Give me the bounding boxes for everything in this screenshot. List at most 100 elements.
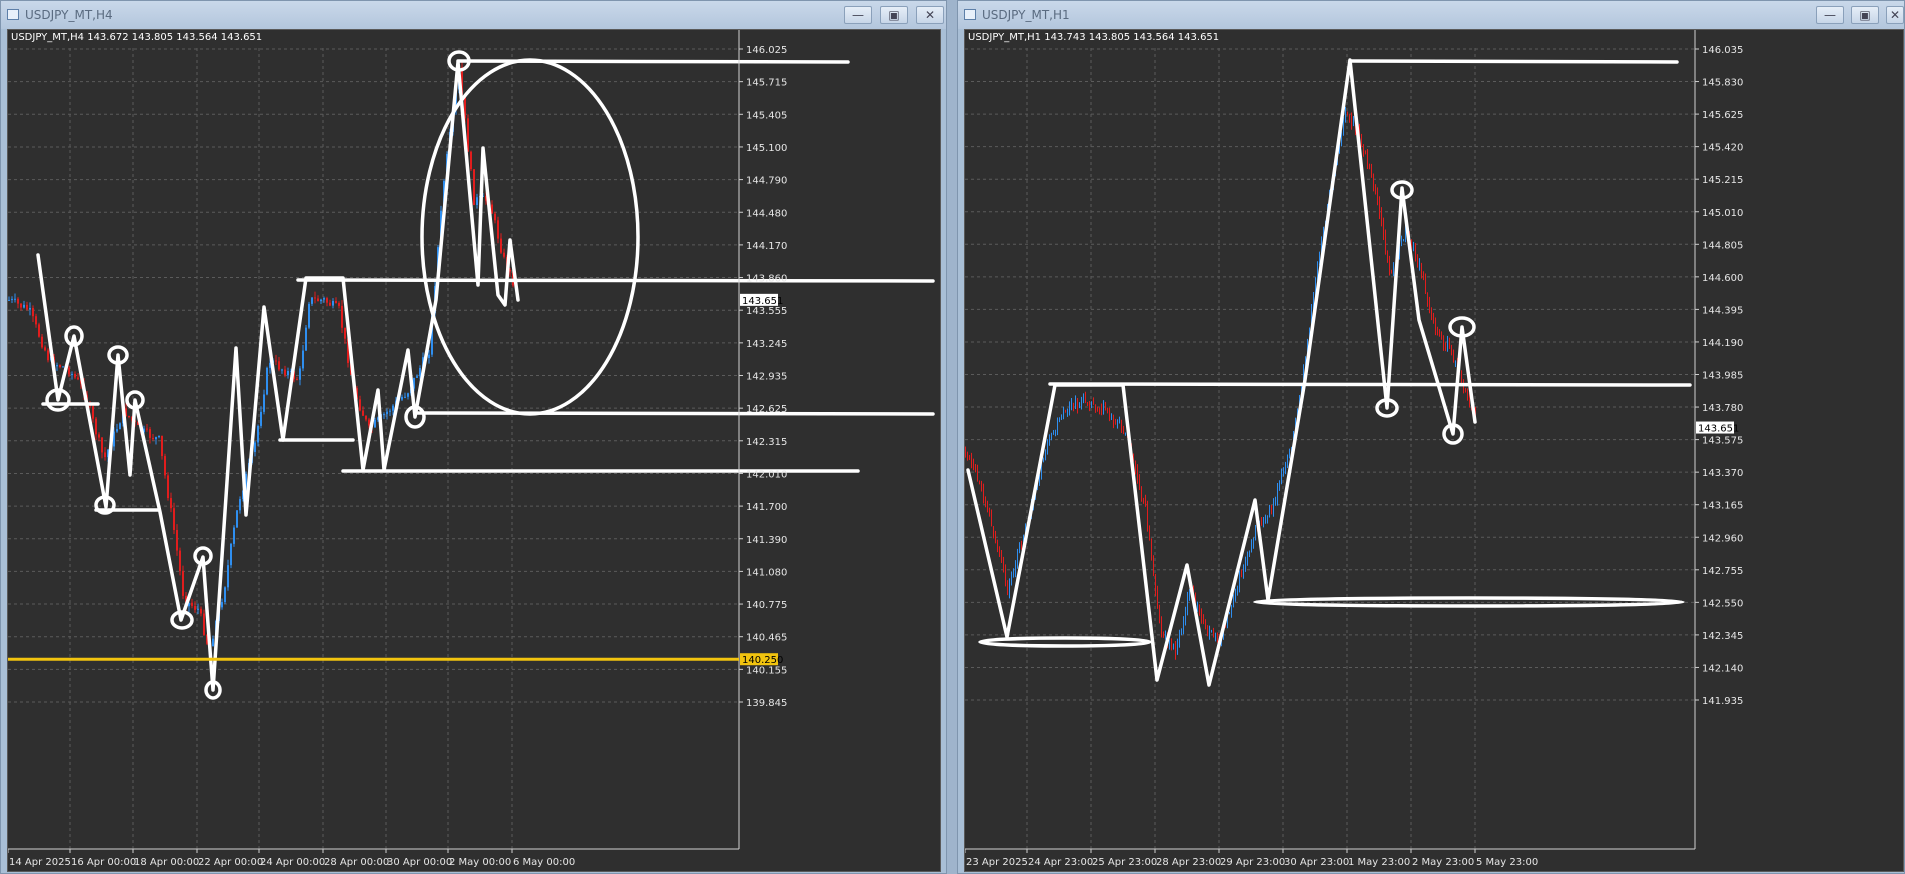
h1-title-bar[interactable]: USDJPY_MT,H1 — ▣ ✕ [958,1,1904,29]
candle-body [1203,618,1204,624]
time-axis-label: 28 Apr 00:00 [324,857,389,868]
candle-body [503,252,505,257]
candle-body [1253,538,1254,545]
h4-chart-area[interactable]: 146.025 145.715 145.405 145.100 144.790 144.4… [7,29,941,872]
candle-body [146,428,148,430]
candle-body [149,429,151,438]
h4-chart-window[interactable]: USDJPY_MT,H4 — ▣ ✕ 146.025 145.715 145.4… [0,0,947,874]
time-axis-label: 2 May 23:00 [1412,857,1474,868]
candle-body [1283,470,1284,475]
candle-body [1205,623,1206,630]
horizontal-line [296,278,935,283]
candle-body [44,347,46,351]
h4-price-chart[interactable]: 146.025 145.715 145.405 145.100 144.790 144.4… [8,30,940,871]
candle-body [1147,506,1148,531]
candle-body [311,297,313,304]
price-axis-label: 142.345 [1702,631,1743,642]
maximize-button[interactable]: ▣ [880,6,908,24]
candle-body [416,376,418,378]
candle-body [392,405,394,411]
time-axis-label: 24 Apr 23:00 [1028,857,1093,868]
candle-body [1445,345,1446,347]
candle-body [212,638,214,647]
h1-chart-window[interactable]: USDJPY_MT,H1 — ▣ ✕ 146.035 145.830 145.625… [957,0,1905,874]
candle-body [1181,628,1182,631]
candle-body [1021,546,1022,548]
candle-body [1237,587,1238,594]
candle-body [1239,573,1240,588]
horizontal-line [1048,382,1692,387]
candle-body [1265,517,1266,519]
candle-body [101,437,103,453]
candle-body [71,373,73,375]
minimize-button[interactable]: — [1816,6,1844,24]
candle-body [1269,510,1270,518]
h4-title-bar[interactable]: USDJPY_MT,H4 — ▣ ✕ [1,1,946,29]
close-button[interactable]: ✕ [1886,6,1904,24]
candle-body [1179,630,1180,645]
candle-body [1455,361,1456,363]
candle-body [987,504,988,510]
candle-body [236,510,238,528]
price-axis-label: 143.555 [746,306,787,317]
candle-body [1431,307,1432,316]
candle-body [1383,223,1384,236]
candle-body [332,301,334,306]
candle-body [1345,112,1346,123]
candle-body [1401,241,1402,246]
candle-body [1043,458,1044,462]
candle-body [1105,405,1106,411]
candle-body [1169,639,1170,644]
candle-body [47,350,49,361]
candle-body [38,324,40,337]
candle-body [1171,639,1172,646]
price-axis-label: 143.370 [1702,468,1743,479]
candle-body [1369,164,1370,167]
candle-body [1137,470,1138,479]
candle-body [1143,498,1144,500]
candle-body [1281,474,1282,482]
candle-body [35,316,37,325]
candle-body [1199,604,1200,611]
candle-body [1087,402,1088,406]
price-axis-label: 144.600 [1702,273,1743,284]
candle-body [11,298,13,300]
candle-body [985,498,986,505]
candle-body [275,360,277,362]
candle-body [158,435,160,438]
candle-body [176,529,178,551]
range-ellipse [978,636,1152,648]
close-button[interactable]: ✕ [916,6,944,24]
candle-body [302,350,304,369]
highlight-ellipse [420,58,640,416]
candle-body [401,396,403,400]
current-price-label: 143.651 [1698,424,1739,435]
candle-body [1135,461,1136,471]
candle-body [1377,190,1378,201]
candle-body [1063,409,1064,418]
time-axis-label: 2 May 00:00 [449,857,511,868]
h1-price-chart[interactable]: 146.035 145.830 145.625 145.420 145.215 145.0… [965,30,1903,871]
candle-body [1415,247,1416,256]
candle-body [1233,598,1234,606]
candle-body [1353,121,1354,125]
candle-body [1065,409,1066,413]
candle-body [1149,530,1150,540]
price-axis-label: 146.025 [746,45,787,56]
candle-body [8,299,10,301]
candle-body [1393,267,1394,274]
minimize-button[interactable]: — [844,6,872,24]
candle-body [1271,510,1272,512]
candle-body [305,327,307,351]
candle-body [119,423,121,430]
candle-body [299,368,301,380]
candle-body [92,406,94,419]
time-axis-label: 25 Apr 23:00 [1092,857,1157,868]
candle-body [1071,403,1072,407]
maximize-button[interactable]: ▣ [1851,6,1879,24]
chart-window-icon [7,9,19,20]
h1-chart-area[interactable]: 146.035 145.830 145.625 145.420 145.215 145.0… [964,29,1904,872]
price-axis-label: 144.790 [746,176,787,187]
candle-body [1069,406,1070,411]
candle-body [1279,481,1280,489]
